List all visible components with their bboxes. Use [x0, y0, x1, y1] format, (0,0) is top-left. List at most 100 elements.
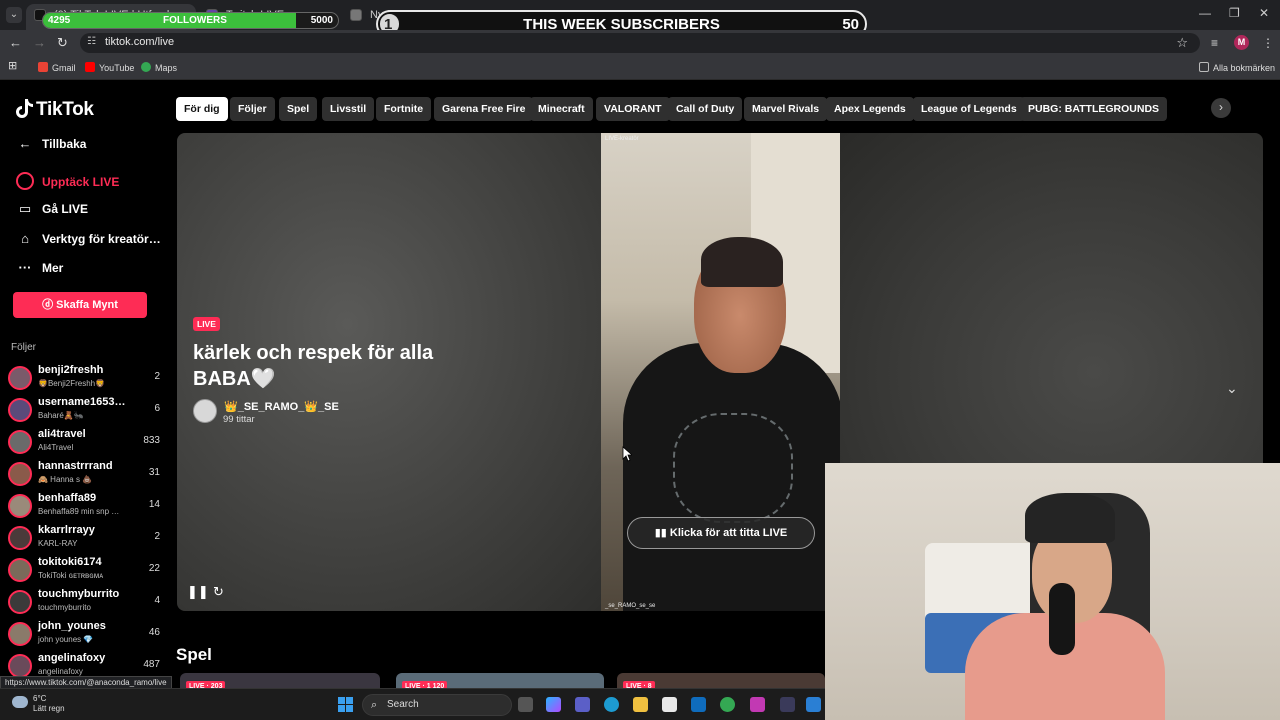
outlook-icon[interactable]: [691, 697, 706, 712]
get-coins-button[interactable]: ⓓ Skaffa Mynt: [13, 292, 147, 318]
weather-widget[interactable]: 6°C Lätt regn: [12, 694, 65, 714]
maps-pin-icon: [141, 62, 151, 72]
following-account[interactable]: kkarrlrrayy KARL-RAY 2: [8, 523, 160, 553]
category-chip[interactable]: Spel: [279, 97, 318, 121]
file-explorer-icon[interactable]: [633, 697, 648, 712]
account-avatar: [8, 366, 32, 390]
followers-label: FOLLOWERS: [163, 15, 227, 26]
browser-toolbar: ← → ↻ ☷ tiktok.com/live ☆ ≡ M ⋮: [0, 30, 1280, 56]
following-account[interactable]: touchmyburrito touchmyburrito 4: [8, 587, 160, 617]
account-username: hannastrrrand: [38, 460, 113, 472]
close-icon[interactable]: ✕: [1259, 6, 1269, 20]
category-chip[interactable]: Livsstil: [322, 97, 375, 121]
teams-icon[interactable]: [575, 697, 590, 712]
category-chip[interactable]: Apex Legends: [826, 97, 914, 121]
following-account[interactable]: benhaffa89 Benhaffa89 min snp … 14: [8, 491, 160, 521]
category-chip[interactable]: PUBG: BATTLEGROUNDS: [1020, 97, 1168, 121]
account-display-name: angelinafoxy: [38, 667, 83, 676]
following-account[interactable]: username1653… Baharé🧸🐜 6: [8, 395, 160, 425]
chevron-right-icon[interactable]: ›: [1211, 98, 1231, 118]
reading-list-icon[interactable]: ≡: [1211, 36, 1218, 50]
bookmark-maps[interactable]: Maps: [141, 62, 177, 73]
account-viewer-count: 22: [148, 563, 160, 574]
account-display-name: john younes 💎: [38, 635, 94, 644]
home-tools-icon: ⌂: [21, 231, 29, 246]
taskbar-search[interactable]: ⌕ Search: [362, 694, 512, 716]
account-username: benhaffa89: [38, 492, 97, 504]
bookmark-youtube[interactable]: YouTube: [85, 62, 134, 73]
cloud-rain-icon: [12, 696, 28, 708]
following-account[interactable]: benji2freshh 🦁Benji2Freshh🦁 2: [8, 363, 160, 393]
copilot-icon[interactable]: [546, 697, 561, 712]
address-bar[interactable]: ☷ tiktok.com/live ☆: [80, 33, 1200, 53]
account-viewer-count: 6: [154, 403, 160, 414]
forward-arrow-icon[interactable]: →: [33, 35, 46, 50]
sidebar-item-go-live[interactable]: ▭ Gå LIVE: [16, 201, 88, 217]
live-title[interactable]: kärlek och respek för alla BABA🤍: [193, 340, 493, 392]
edge-icon[interactable]: [604, 697, 619, 712]
folder-icon: [1199, 62, 1209, 72]
chrome-icon[interactable]: [720, 697, 735, 712]
category-chip[interactable]: Garena Free Fire: [434, 97, 534, 121]
gmail-icon: [38, 62, 48, 72]
account-viewer-count: 487: [143, 659, 160, 670]
account-viewer-count: 2: [154, 371, 160, 382]
all-bookmarks[interactable]: Alla bokmärken: [1199, 62, 1275, 73]
following-account[interactable]: ali4travel Ali4Travel 833: [8, 427, 160, 457]
category-chip[interactable]: Fortnite: [376, 97, 432, 121]
chevron-down-icon[interactable]: ⌄: [1226, 380, 1238, 397]
host-name[interactable]: 👑_SE_RAMO_👑_SE: [224, 400, 339, 413]
followers-goal-bar: 4295 FOLLOWERS 5000: [42, 12, 339, 29]
m365-icon[interactable]: [750, 697, 765, 712]
globe-icon: [350, 9, 362, 21]
account-viewer-count: 2: [154, 531, 160, 542]
category-chip[interactable]: Följer: [230, 97, 275, 121]
category-chip[interactable]: Marvel Rivals: [744, 97, 828, 121]
account-display-name: touchmyburrito: [38, 603, 91, 612]
task-view-icon[interactable]: [518, 697, 533, 712]
account-display-name: Ali4Travel: [38, 443, 74, 452]
account-display-name: Benhaffa89 min snp …: [38, 507, 120, 516]
following-account[interactable]: tokitoki6174 TokiToki ɢᴇᴛʀʙɢᴍᴀ 22: [8, 555, 160, 585]
store-icon[interactable]: [662, 697, 677, 712]
account-viewer-count: 833: [143, 435, 160, 446]
screen: ⌄ (0) TikTok LIVE | Utforska… Twitch LIV…: [0, 0, 1280, 720]
site-info-icon[interactable]: ☷: [87, 36, 96, 47]
account-avatar: [8, 590, 32, 614]
tab-search-icon[interactable]: ⌄: [6, 7, 22, 23]
apps-grid-icon[interactable]: ⊞: [8, 59, 17, 72]
category-chip[interactable]: Minecraft: [530, 97, 593, 121]
bars-icon: ▮▮: [654, 527, 670, 539]
category-chip[interactable]: För dig: [176, 97, 228, 121]
sidebar-item-creator-tools[interactable]: ⌂ Verktyg för kreatör…: [16, 231, 161, 246]
watch-live-button[interactable]: ▮▮ Klicka för att titta LIVE: [627, 517, 815, 549]
mouse-cursor-icon: [622, 446, 632, 462]
host-avatar[interactable]: [193, 399, 217, 423]
bookmark-star-icon[interactable]: ☆: [1176, 35, 1188, 51]
account-username: touchmyburrito: [38, 588, 120, 600]
sidebar-item-more[interactable]: ··· Mer: [16, 260, 64, 275]
back-link[interactable]: ← Tillbaka: [16, 136, 87, 151]
menu-kebab-icon[interactable]: ⋮: [1262, 36, 1274, 50]
tiktok-logo[interactable]: TikTok: [15, 98, 94, 121]
bookmark-gmail[interactable]: Gmail: [38, 62, 76, 73]
account-display-name: 🙈 Hanna s 💩: [38, 475, 93, 484]
following-account[interactable]: hannastrrrand 🙈 Hanna s 💩 31: [8, 459, 160, 489]
category-chip[interactable]: Call of Duty: [668, 97, 743, 121]
obs-icon[interactable]: [780, 697, 795, 712]
profile-avatar[interactable]: M: [1234, 35, 1249, 50]
reload-icon[interactable]: ↻: [57, 35, 68, 51]
minimize-icon[interactable]: —: [1199, 6, 1211, 20]
pause-icon[interactable]: ❚❚: [187, 584, 209, 600]
restore-icon[interactable]: ❐: [1229, 6, 1240, 20]
windows-start-icon[interactable]: [338, 697, 353, 712]
sidebar-item-discover-live[interactable]: Upptäck LIVE: [16, 172, 119, 190]
back-arrow-icon[interactable]: ←: [9, 35, 22, 50]
category-chip[interactable]: VALORANT: [596, 97, 670, 121]
account-username: benji2freshh: [38, 364, 104, 376]
refresh-icon[interactable]: ↻: [213, 584, 224, 600]
following-account[interactable]: john_younes john younes 💎 46: [8, 619, 160, 649]
account-display-name: KARL-RAY: [38, 539, 78, 548]
app-icon[interactable]: [806, 697, 821, 712]
category-chip[interactable]: League of Legends: [913, 97, 1025, 121]
